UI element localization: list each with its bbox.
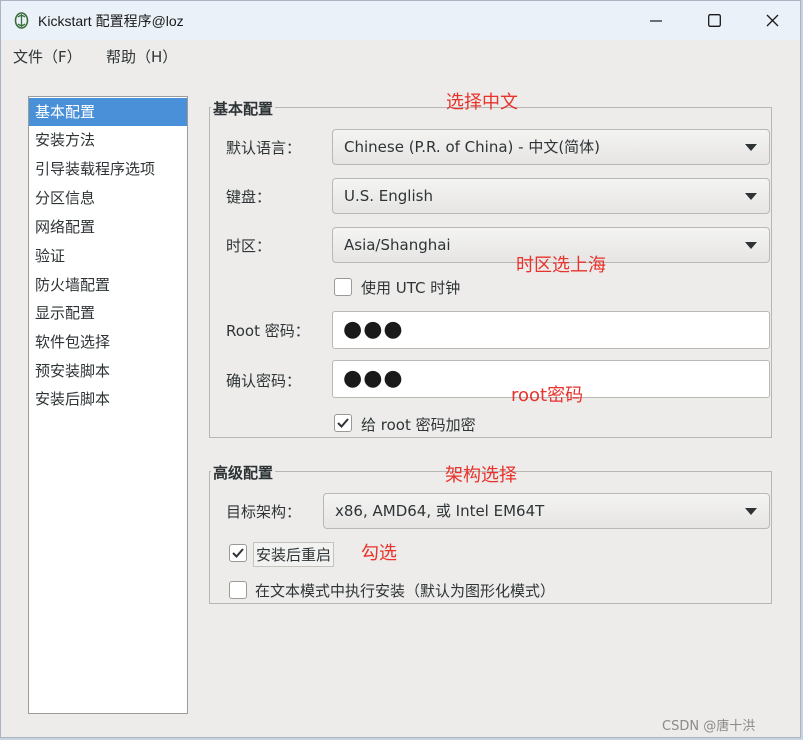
nav-item-partition[interactable]: 分区信息 (29, 184, 187, 212)
text-mode-install-checkbox[interactable] (229, 581, 247, 599)
nav-item-display[interactable]: 显示配置 (29, 299, 187, 327)
keyboard-label: 键盘： (226, 188, 272, 206)
close-icon (766, 14, 778, 27)
utc-clock-label: 使用 UTC 时钟 (361, 279, 461, 297)
menu-help[interactable]: 帮助（H） (106, 46, 177, 67)
annotation-root-password: root密码 (511, 385, 584, 406)
nav-item-auth[interactable]: 验证 (29, 242, 187, 270)
nav-item-post-script[interactable]: 安装后脚本 (29, 385, 187, 413)
kickstart-app-icon (13, 12, 30, 29)
category-list: 基本配置 安装方法 引导装载程序选项 分区信息 网络配置 验证 防火墙配置 显示… (28, 96, 188, 714)
nav-item-install-method[interactable]: 安装方法 (29, 126, 187, 154)
annotation-choose-chinese: 选择中文 (446, 92, 518, 113)
keyboard-value: U.S. English (344, 187, 433, 205)
target-arch-value: x86, AMD64, 或 Intel EM64T (335, 502, 545, 520)
minimize-button[interactable] (627, 1, 685, 40)
timezone-label: 时区： (226, 237, 272, 255)
confirm-password-label: 确认密码： (226, 372, 302, 390)
title-bar: Kickstart 配置程序@loz (1, 1, 800, 40)
checkmark-icon (337, 418, 349, 428)
nav-item-firewall[interactable]: 防火墙配置 (29, 271, 187, 299)
window-title: Kickstart 配置程序@loz (38, 13, 184, 29)
annotation-arch-choice: 架构选择 (445, 465, 517, 486)
nav-item-basic-config[interactable]: 基本配置 (29, 98, 187, 126)
nav-item-network[interactable]: 网络配置 (29, 213, 187, 241)
close-button[interactable] (743, 1, 801, 40)
basic-config-title: 基本配置 (211, 98, 276, 119)
nav-item-bootloader[interactable]: 引导装载程序选项 (29, 155, 187, 183)
root-password-input[interactable]: ●●● (332, 311, 770, 349)
dropdown-arrow-icon (745, 193, 757, 200)
language-value: Chinese (P.R. of China) - 中文(简体) (344, 138, 601, 156)
nav-item-packages[interactable]: 软件包选择 (29, 328, 187, 356)
app-window: Kickstart 配置程序@loz 文件（F） 帮助（H） 基本配置 安装方法… (0, 0, 801, 738)
language-combo[interactable]: Chinese (P.R. of China) - 中文(简体) (332, 129, 770, 165)
utc-clock-checkbox[interactable] (334, 278, 352, 296)
checkmark-icon (232, 548, 244, 558)
maximize-icon (707, 14, 721, 27)
maximize-button[interactable] (685, 1, 743, 40)
dropdown-arrow-icon (745, 508, 757, 515)
dropdown-arrow-icon (745, 242, 757, 249)
target-arch-combo[interactable]: x86, AMD64, 或 Intel EM64T (323, 493, 770, 529)
menu-bar: 文件（F） 帮助（H） (1, 40, 800, 70)
menu-file[interactable]: 文件（F） (13, 46, 82, 67)
language-label: 默认语言： (226, 139, 302, 157)
annotation-timezone-shanghai: 时区选上海 (516, 255, 606, 276)
annotation-check-it: 勾选 (361, 543, 397, 564)
text-mode-install-label: 在文本模式中执行安装（默认为图形化模式） (255, 582, 556, 600)
encrypt-root-password-label: 给 root 密码加密 (361, 416, 476, 434)
advanced-config-title: 高级配置 (211, 462, 276, 483)
encrypt-root-password-checkbox[interactable] (334, 414, 352, 432)
minimize-icon (650, 19, 662, 22)
nav-item-pre-script[interactable]: 预安装脚本 (29, 357, 187, 385)
reboot-after-install-checkbox[interactable] (229, 544, 247, 562)
keyboard-combo[interactable]: U.S. English (332, 178, 770, 214)
target-arch-label: 目标架构： (226, 503, 302, 521)
reboot-after-install-label: 安装后重启 (253, 542, 335, 567)
dropdown-arrow-icon (745, 144, 757, 151)
timezone-value: Asia/Shanghai (344, 236, 451, 254)
root-password-label: Root 密码： (226, 322, 310, 340)
watermark: CSDN @唐十洪 (662, 719, 756, 734)
